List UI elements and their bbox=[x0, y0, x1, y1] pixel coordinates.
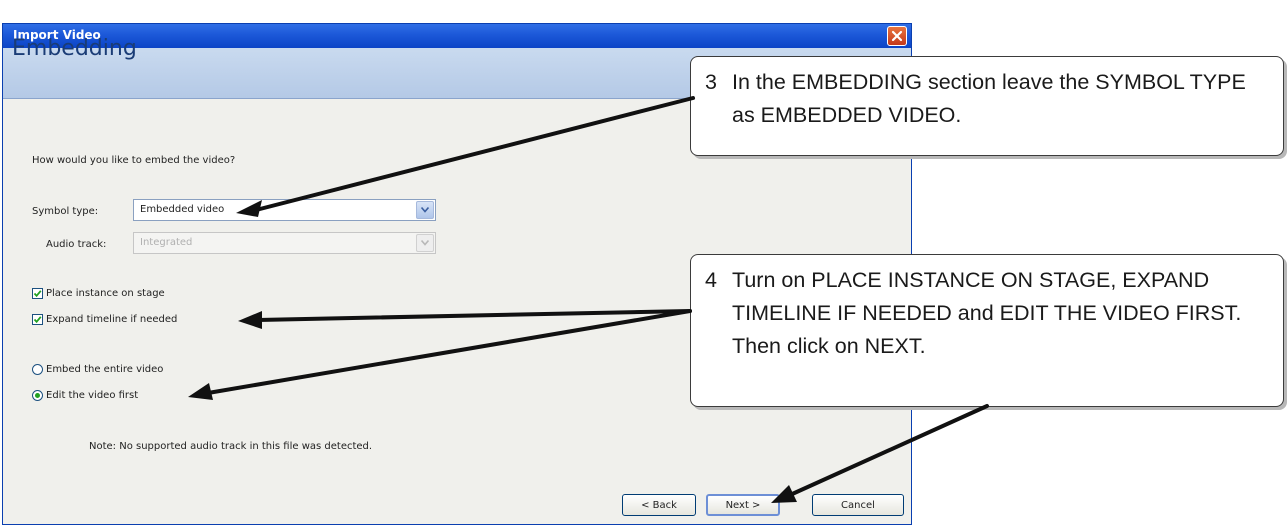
audio-track-dropdown-button bbox=[416, 234, 434, 252]
edit-first-radio-row[interactable]: Edit the video first bbox=[32, 390, 138, 401]
title-bar[interactable]: Import Video bbox=[3, 24, 911, 48]
edit-first-label: Edit the video first bbox=[46, 390, 139, 401]
symbol-type-dropdown-button[interactable] bbox=[416, 201, 434, 219]
callout-step-3-number: 3 bbox=[705, 70, 717, 94]
audio-track-value: Integrated bbox=[140, 237, 193, 248]
place-instance-checkbox-row[interactable]: Place instance on stage bbox=[32, 288, 165, 299]
edit-first-radio[interactable] bbox=[32, 390, 43, 401]
checkmark-icon bbox=[33, 290, 42, 298]
embed-entire-radio-row[interactable]: Embed the entire video bbox=[32, 364, 163, 375]
callout-step-3: 3 In the EMBEDDING section leave the SYM… bbox=[690, 56, 1284, 156]
callout-step-4-number: 4 bbox=[705, 268, 717, 292]
callout-step-4: 4 Turn on PLACE INSTANCE ON STAGE, EXPAN… bbox=[690, 254, 1284, 407]
chevron-down-icon bbox=[421, 240, 429, 246]
callout-step-3-body: In the EMBEDDING section leave the SYMBO… bbox=[732, 70, 1246, 127]
audio-track-label: Audio track: bbox=[46, 239, 107, 250]
place-instance-checkbox[interactable] bbox=[32, 288, 43, 299]
cancel-button[interactable]: Cancel bbox=[812, 494, 904, 516]
expand-timeline-label: Expand timeline if needed bbox=[46, 314, 178, 325]
checkmark-icon bbox=[33, 316, 42, 324]
close-icon bbox=[891, 30, 903, 42]
callout-step-3-text: 3 In the EMBEDDING section leave the SYM… bbox=[705, 66, 1273, 132]
symbol-type-label: Symbol type: bbox=[32, 206, 99, 217]
chevron-down-icon bbox=[421, 207, 429, 213]
back-button[interactable]: < Back bbox=[622, 494, 696, 516]
radio-dot-icon bbox=[35, 393, 40, 398]
expand-timeline-checkbox[interactable] bbox=[32, 314, 43, 325]
next-button[interactable]: Next > bbox=[706, 494, 780, 516]
callout-step-4-body: Turn on PLACE INSTANCE ON STAGE, EXPAND … bbox=[732, 268, 1242, 358]
symbol-type-value: Embedded video bbox=[140, 204, 225, 215]
expand-timeline-checkbox-row[interactable]: Expand timeline if needed bbox=[32, 314, 177, 325]
embed-entire-radio[interactable] bbox=[32, 364, 43, 375]
audio-track-select: Integrated bbox=[133, 232, 436, 254]
place-instance-label: Place instance on stage bbox=[46, 288, 165, 299]
section-title: Embedding bbox=[12, 36, 137, 61]
close-button[interactable] bbox=[887, 26, 907, 46]
callout-step-4-text: 4 Turn on PLACE INSTANCE ON STAGE, EXPAN… bbox=[705, 264, 1273, 363]
embed-entire-label: Embed the entire video bbox=[46, 364, 164, 375]
embed-question: How would you like to embed the video? bbox=[32, 155, 236, 166]
audio-note: Note: No supported audio track in this f… bbox=[89, 441, 373, 452]
symbol-type-select[interactable]: Embedded video bbox=[133, 199, 436, 221]
